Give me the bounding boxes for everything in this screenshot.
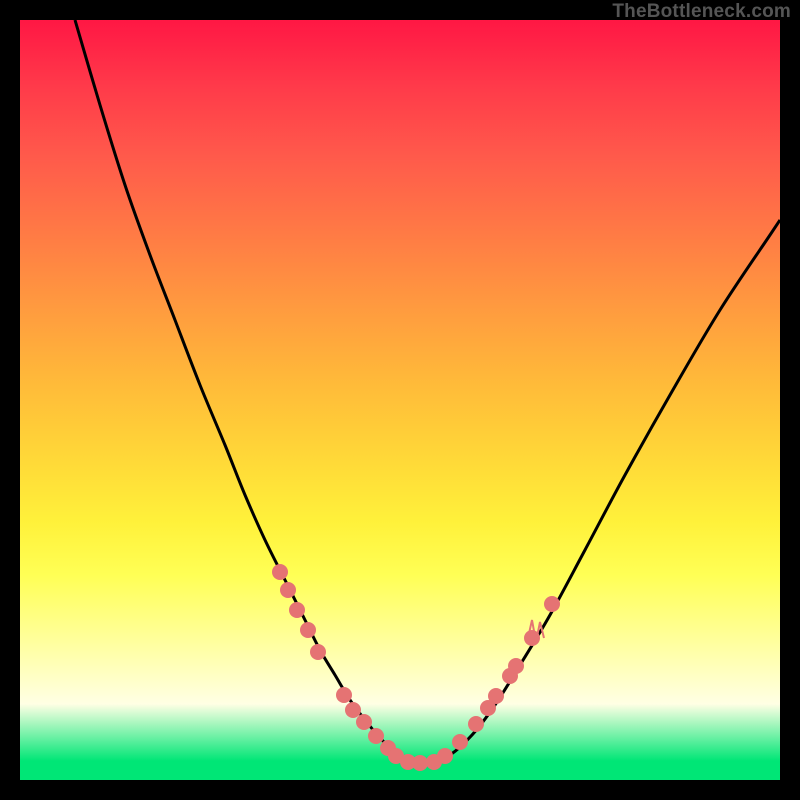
data-point — [345, 702, 361, 718]
chart-frame: TheBottleneck.com — [0, 0, 800, 800]
data-point — [356, 714, 372, 730]
data-point — [300, 622, 316, 638]
data-point — [412, 755, 428, 771]
data-point — [336, 687, 352, 703]
data-point — [280, 582, 296, 598]
data-point — [310, 644, 326, 660]
data-point — [452, 734, 468, 750]
data-point — [488, 688, 504, 704]
data-point — [272, 564, 288, 580]
data-point — [544, 596, 560, 612]
data-point — [289, 602, 305, 618]
bottleneck-curve — [75, 20, 780, 763]
plot-area — [20, 20, 780, 780]
data-point — [508, 658, 524, 674]
data-point — [437, 748, 453, 764]
data-point — [468, 716, 484, 732]
data-point — [368, 728, 384, 744]
scatter-points — [272, 564, 560, 771]
